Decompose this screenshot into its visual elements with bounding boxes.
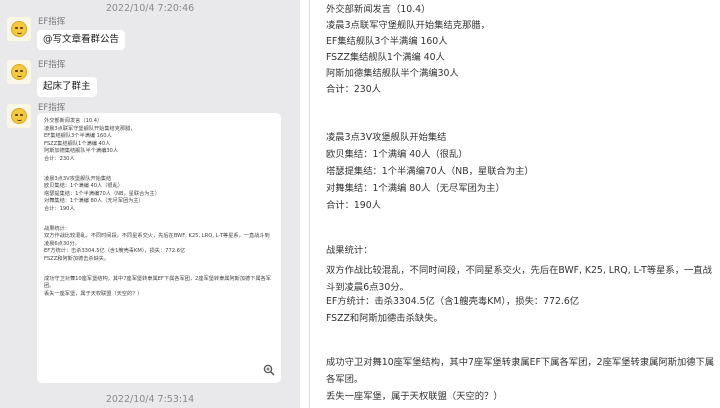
avatar[interactable]	[7, 60, 31, 84]
doc-line: 塔瑟提集结：1个半满编70人（NB，星联合为主）	[326, 166, 534, 177]
doc-line: 合计：230人	[326, 84, 381, 95]
doc-line: FSZZ和阿斯加德击杀缺失。	[326, 313, 443, 324]
image-message[interactable]: 外交部新闻发言（10.4） 凌晨3点联军守堡舰队开始集结克那腊， EF集结舰队3…	[37, 113, 281, 383]
sender-name: EF指挥	[38, 103, 66, 113]
thumb-line: 对舞集结：1个满编 80人（无尽军团为主）	[44, 198, 144, 205]
document-view: 外交部新闻发言（10.4） 凌晨3点联军守堡舰队开始集结克那腊， EF集结舰队3…	[309, 0, 720, 408]
doc-line: EF方统计：击杀3304.5亿（含1艘壳毒KM），损失：772.6亿	[326, 296, 580, 307]
sender-name: EF指挥	[38, 17, 66, 27]
thumb-line: 双方作战比较混乱，不同时间段，不同星系交火，先后在BWF, K25, LRQ, …	[44, 233, 270, 247]
magnifier-plus-icon[interactable]	[263, 364, 275, 376]
thumb-line: 合计：190人	[44, 205, 75, 212]
doc-line: 战果统计：	[326, 245, 373, 256]
doc-header: 外交部新闻发言（10.4）	[326, 4, 431, 15]
doc-line: 阿斯加德集结舰队半个满编30人	[326, 68, 459, 79]
thumb-line: 欧贝集结：1个满编 40人（很乱）	[44, 183, 123, 190]
doc-line: 欧贝集结：1个满编 40人（很乱）	[326, 149, 468, 160]
thumb-line: 阿斯加德集结舰队半个满编30人	[44, 148, 119, 155]
sender-name: EF指挥	[38, 60, 66, 70]
doc-line: 丢失一座军堡，属于天权联盟（天空的？）	[326, 391, 503, 402]
avatar[interactable]	[7, 17, 31, 41]
thumb-line: 战果统计：	[44, 225, 70, 232]
doc-line: 凌晨3点联军守堡舰队开始集结克那腊，	[326, 20, 490, 31]
message-timestamp: 2022/10/4 7:20:46	[105, 3, 195, 14]
thumb-line: 合计：230人	[44, 155, 75, 162]
doc-line: 凌晨3点3V攻堡舰队开始集结	[326, 132, 447, 143]
thumb-line: FSZZ和阿斯加德击杀缺失。	[44, 255, 110, 262]
avatar[interactable]	[7, 104, 31, 128]
doc-line: FSZZ集结舰队1个满编 40人	[326, 52, 445, 63]
doc-line: 成功守卫对舞10座军堡结构，其中7座军堡转隶属EF下属各军团，2座军堡转隶属阿斯…	[326, 357, 715, 385]
message-bubble[interactable]: 起床了群主	[37, 77, 97, 97]
message-bubble[interactable]: @写文章看群公告	[37, 30, 126, 50]
message-timestamp: 2022/10/4 7:53:14	[105, 394, 195, 405]
doc-line: 合计：190人	[326, 200, 381, 211]
chat-panel: 2022/10/4 7:20:46 EF指挥 @写文章看群公告 EF指挥 起床了…	[0, 0, 300, 408]
doc-line: 对舞集结：1个满编 80人（无尽军团为主）	[326, 183, 505, 194]
doc-line: EF集结舰队3个半满编 160人	[326, 36, 448, 47]
thumb-line: 成功守卫对舞10座军堡结构，其中7座军堡转隶属EF下属各军团，2座军堡转隶属阿斯…	[44, 275, 271, 290]
thumb-line: EF方统计：击杀3304.5亿（含1艘壳毒KM），损失：772.6亿	[44, 248, 186, 255]
thumb-line: 外交部新闻发言（10.4）	[44, 118, 103, 124]
thumb-line: EF集结舰队3个半满编 160人	[44, 133, 112, 140]
thumb-line: 丢失一座军堡，属于天权联盟（天空的？）	[44, 290, 143, 297]
doc-line: 双方作战比较混乱，不同时间段，不同星系交火，先后在BWF, K25, LRQ, …	[326, 265, 712, 293]
